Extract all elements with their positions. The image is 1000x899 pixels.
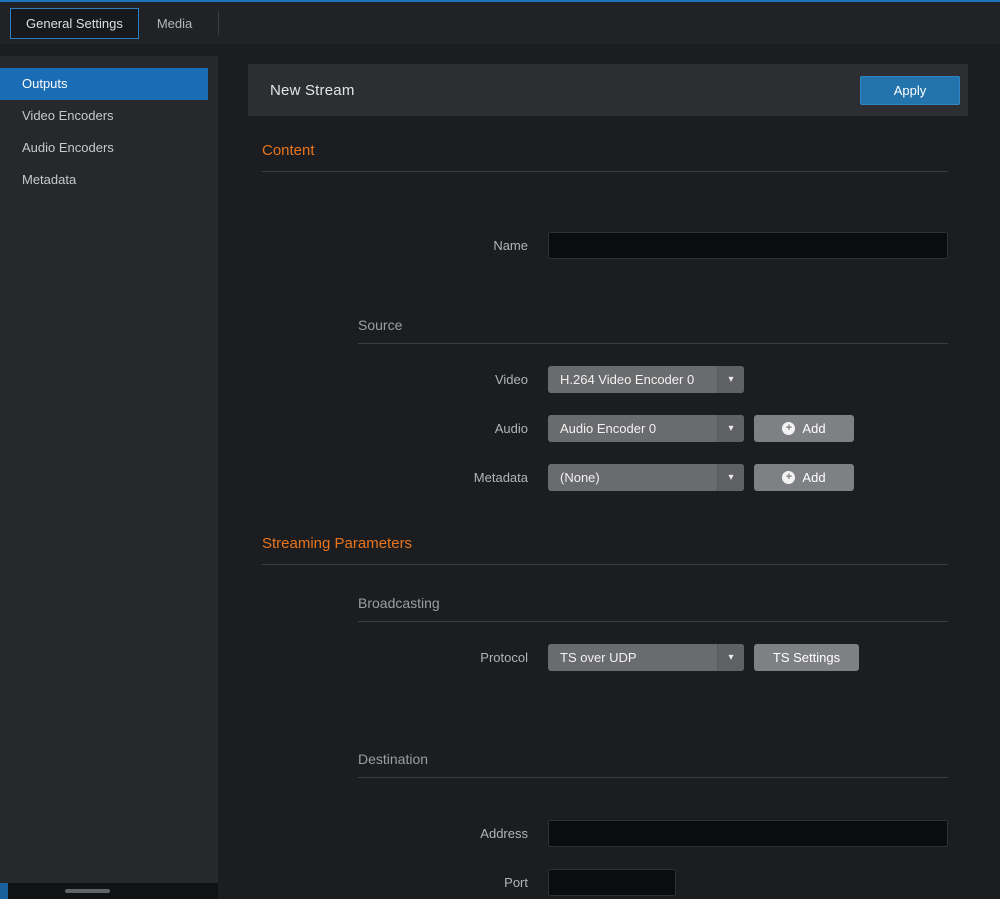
horizontal-scrollbar-thumb[interactable] [65,889,110,893]
subsection-title-source: Source [358,317,948,333]
plus-icon: + [782,471,795,484]
section-title-streaming-parameters: Streaming Parameters [262,535,948,552]
audio-label: Audio [262,421,548,436]
port-row: Port [262,869,948,896]
plus-icon: + [782,422,795,435]
sidebar-item-metadata[interactable]: Metadata [0,164,208,196]
add-audio-button-label: Add [802,421,825,436]
add-audio-button[interactable]: + Add [754,415,854,442]
subsection-rule [358,343,948,344]
metadata-label: Metadata [262,470,548,485]
protocol-select[interactable]: TS over UDP ▾ [548,644,744,671]
add-metadata-button-label: Add [802,470,825,485]
section-rule [262,171,948,172]
ts-settings-button[interactable]: TS Settings [754,644,859,671]
video-row: Video H.264 Video Encoder 0 ▾ [262,366,948,393]
address-input[interactable] [548,820,948,847]
metadata-select[interactable]: (None) ▾ [548,464,744,491]
sidebar-scrollbar-track [0,883,218,899]
name-label: Name [262,238,548,253]
metadata-row: Metadata (None) ▾ + Add [262,464,948,491]
sidebar-item-audio-encoders[interactable]: Audio Encoders [0,132,208,164]
stream-header: New Stream Apply [248,64,968,116]
video-select-value: H.264 Video Encoder 0 [548,372,717,387]
tab-general-settings[interactable]: General Settings [10,8,139,39]
video-label: Video [262,372,548,387]
protocol-row: Protocol TS over UDP ▾ TS Settings [262,644,948,671]
metadata-select-value: (None) [548,470,717,485]
audio-row: Audio Audio Encoder 0 ▾ + Add [262,415,948,442]
section-rule [262,564,948,565]
audio-select-value: Audio Encoder 0 [548,421,717,436]
apply-button[interactable]: Apply [860,76,960,105]
add-metadata-button[interactable]: + Add [754,464,854,491]
section-title-content: Content [262,142,948,159]
port-label: Port [262,875,548,890]
subsection-title-destination: Destination [358,751,948,767]
broadcasting-subsection: Broadcasting [358,595,948,622]
sidebar-item-video-encoders[interactable]: Video Encoders [0,100,208,132]
sidebar: Outputs Video Encoders Audio Encoders Me… [0,56,218,899]
protocol-select-value: TS over UDP [548,650,717,665]
name-row: Name [262,232,948,259]
video-select[interactable]: H.264 Video Encoder 0 ▾ [548,366,744,393]
corner-accent [0,883,8,899]
page-title: New Stream [270,82,355,99]
main-panel: New Stream Apply Content Name Source Vid… [218,56,1000,899]
subsection-rule [358,777,948,778]
protocol-label: Protocol [262,650,548,665]
topbar-divider [218,11,219,35]
audio-select[interactable]: Audio Encoder 0 ▾ [548,415,744,442]
tab-media[interactable]: Media [141,8,208,39]
port-input[interactable] [548,869,676,896]
address-label: Address [262,826,548,841]
chevron-down-icon: ▾ [717,644,744,671]
subsection-title-broadcasting: Broadcasting [358,595,948,611]
destination-subsection: Destination [358,751,948,778]
chevron-down-icon: ▾ [717,415,744,442]
subsection-rule [358,621,948,622]
form-content: Content Name Source Video H.264 Video En… [262,142,948,896]
chevron-down-icon: ▾ [717,464,744,491]
topbar: General Settings Media [0,0,1000,44]
chevron-down-icon: ▾ [717,366,744,393]
sidebar-item-outputs[interactable]: Outputs [0,68,208,100]
source-subsection: Source [358,317,948,344]
address-row: Address [262,820,948,847]
name-input[interactable] [548,232,948,259]
